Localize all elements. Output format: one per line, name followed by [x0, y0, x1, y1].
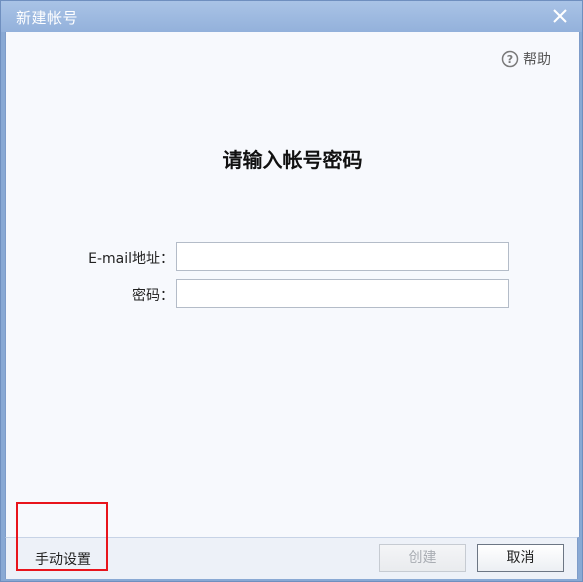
- close-button[interactable]: [550, 6, 570, 26]
- email-row: E-mail地址：: [6, 242, 579, 272]
- title-bar[interactable]: 新建帐号: [1, 1, 582, 32]
- svg-text:?: ?: [507, 53, 513, 66]
- question-circle-icon: ?: [501, 50, 519, 68]
- dialog-footer: 手动设置 创建 取消: [5, 537, 578, 579]
- close-x-icon: [553, 9, 567, 23]
- help-label: 帮助: [523, 52, 551, 68]
- email-label: E-mail地址：: [88, 251, 174, 267]
- email-input[interactable]: [176, 242, 509, 271]
- password-row: 密码：: [6, 279, 579, 309]
- password-label: 密码：: [132, 288, 174, 304]
- cancel-button[interactable]: 取消: [477, 544, 564, 572]
- new-account-dialog: 新建帐号 ? 帮助 请输入帐号密码 E-mail地址： 密码： 手动设置 创建 …: [0, 0, 583, 582]
- help-link[interactable]: ? 帮助: [501, 49, 551, 69]
- manual-setup-link[interactable]: 手动设置: [35, 549, 91, 569]
- form-heading: 请输入帐号密码: [222, 148, 363, 172]
- window-title: 新建帐号: [16, 9, 79, 27]
- create-button[interactable]: 创建: [379, 544, 466, 572]
- dialog-body: ? 帮助 请输入帐号密码 E-mail地址： 密码：: [5, 32, 580, 537]
- password-input[interactable]: [176, 279, 509, 308]
